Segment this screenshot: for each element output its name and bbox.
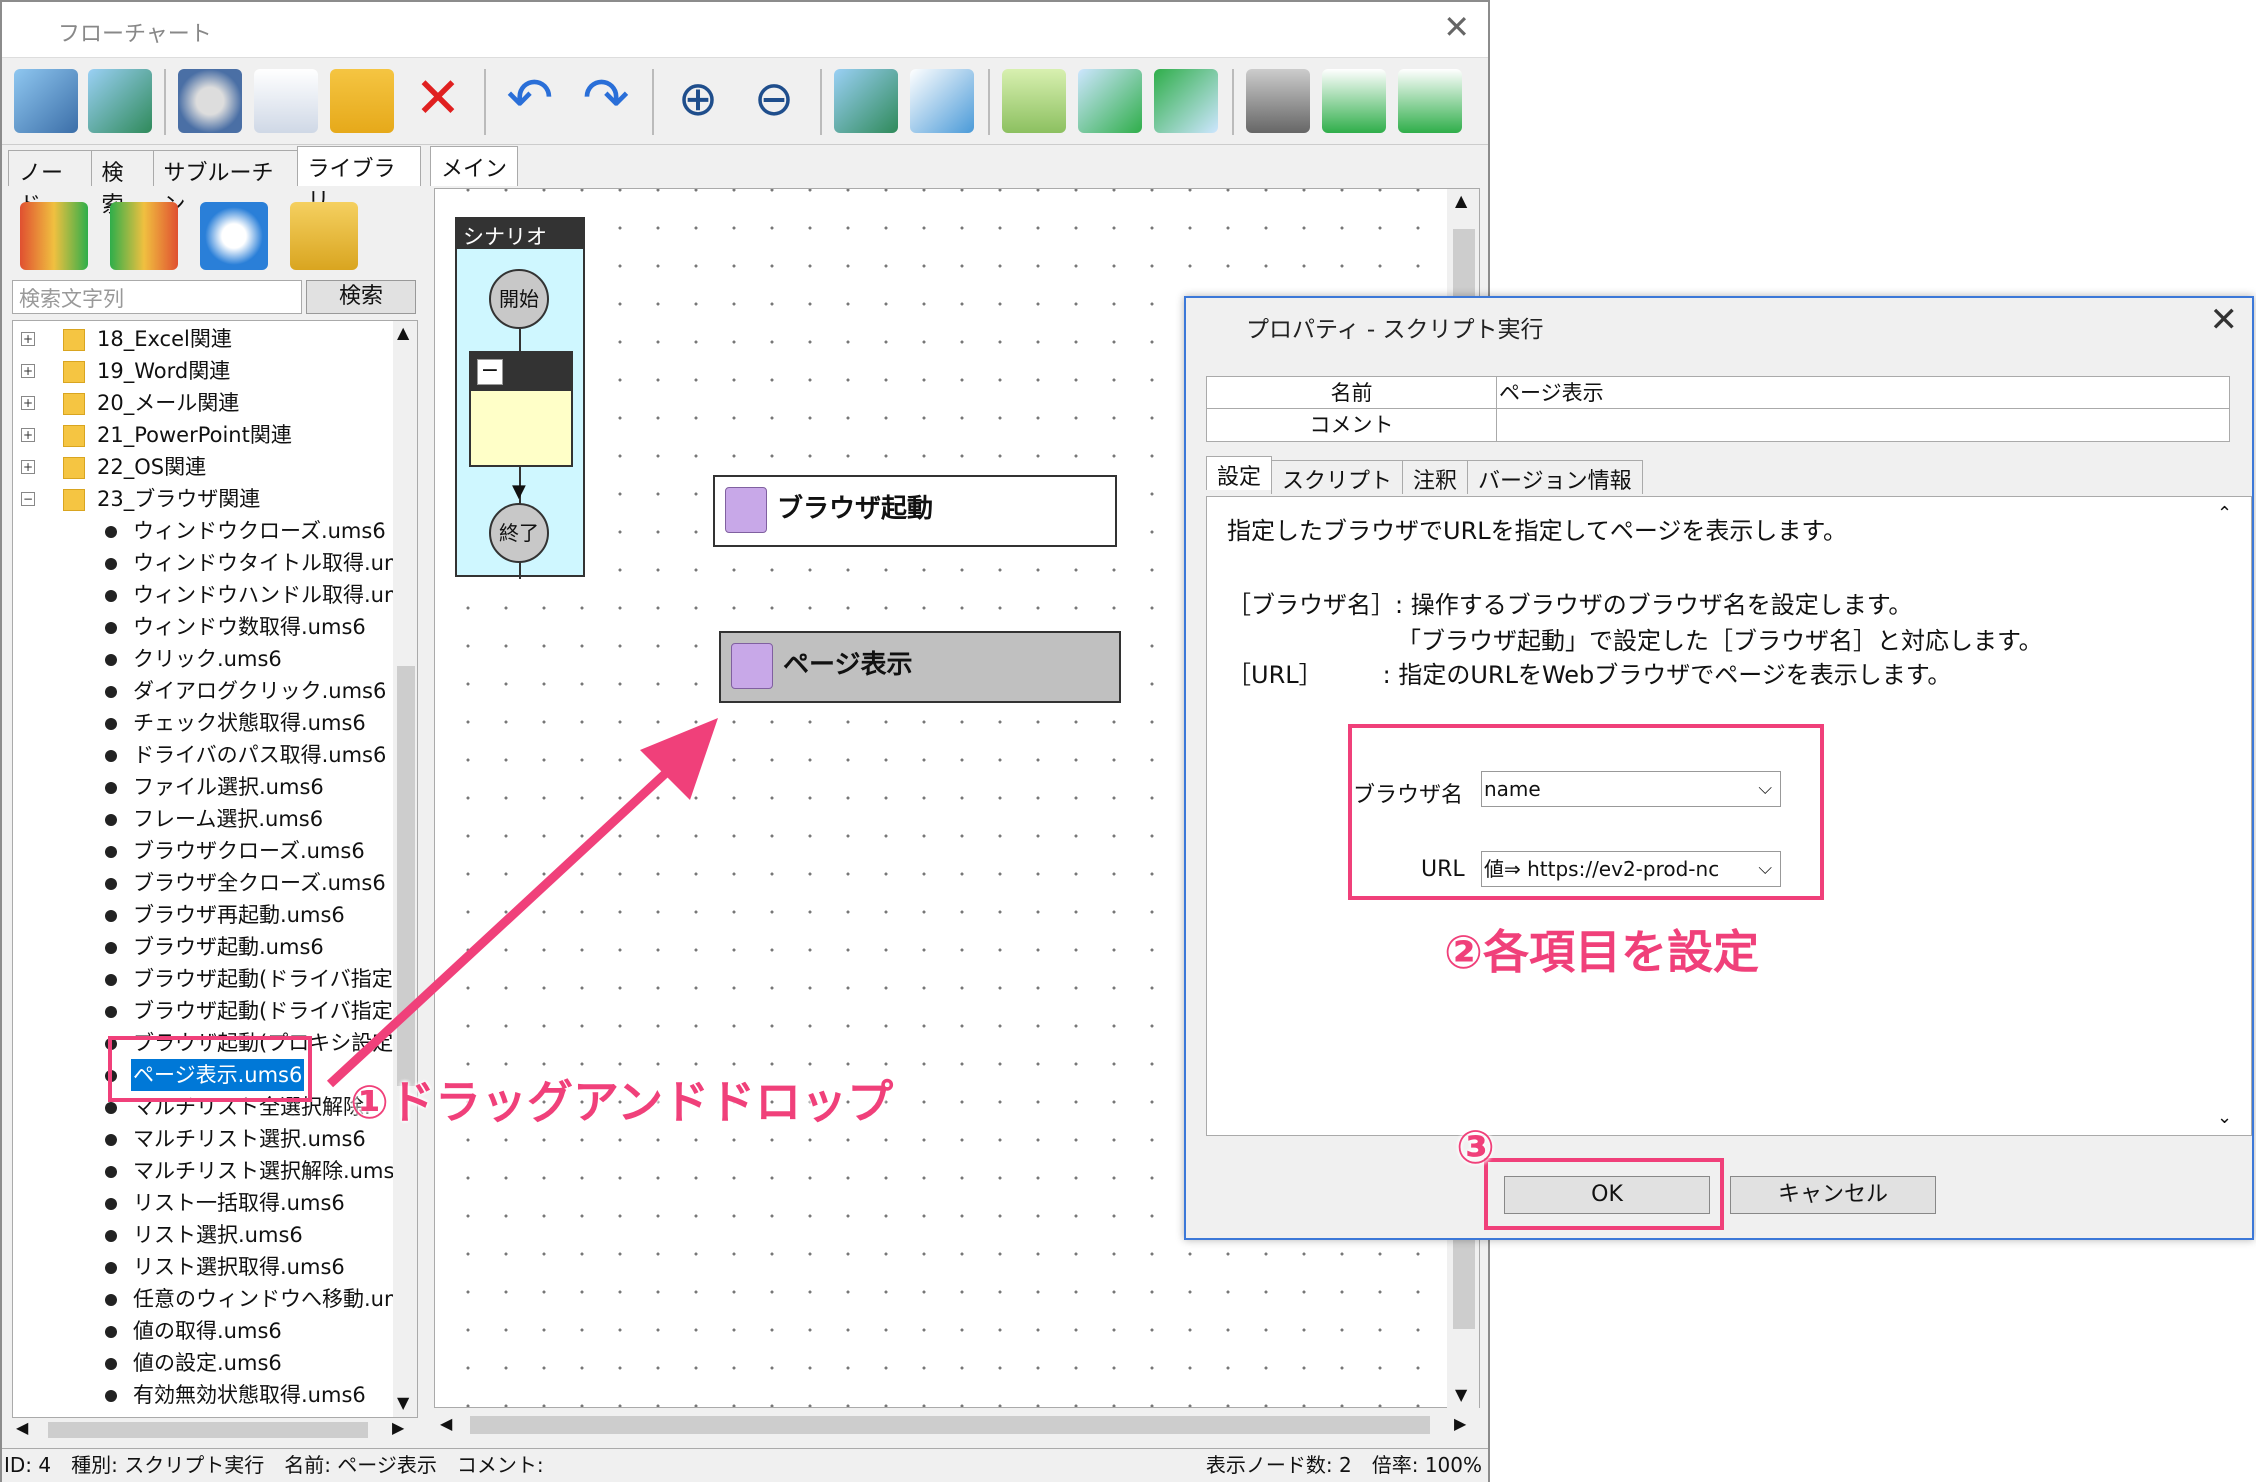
highlight-ok-button — [1484, 1158, 1724, 1230]
drag-arrow-line — [326, 756, 684, 1088]
highlight-page-display-item — [108, 1036, 312, 1102]
highlight-settings-fields — [1348, 724, 1824, 900]
annotation-overlay — [326, 718, 718, 1088]
annotation-click-ok: ③ — [1456, 1120, 1495, 1174]
annotation-drag-drop: ①ドラッグアンドドロップ — [350, 1075, 894, 1129]
annotation-set-fields: ②各項目を設定 — [1444, 925, 1759, 979]
